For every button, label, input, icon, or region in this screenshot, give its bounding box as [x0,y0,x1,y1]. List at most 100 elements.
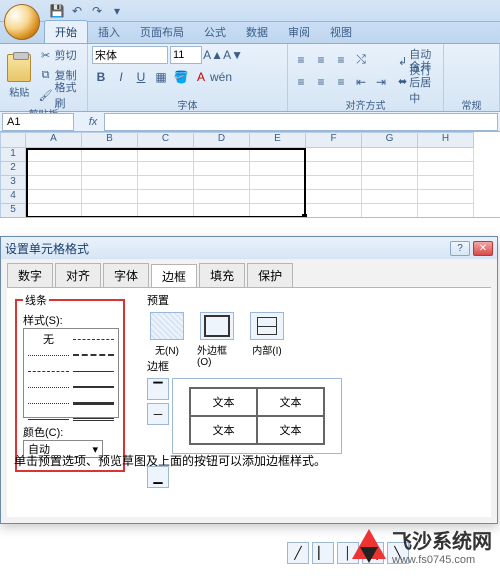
grow-font-button[interactable]: A▲ [204,46,222,64]
cell[interactable] [138,176,194,190]
style-medium[interactable] [73,381,114,393]
style-none[interactable]: 无 [28,333,69,345]
cell[interactable] [362,204,418,218]
dtab-alignment[interactable]: 对齐 [55,263,101,287]
dtab-protection[interactable]: 保护 [247,263,293,287]
border-top-button[interactable]: ▔ [147,378,169,400]
border-middle-button[interactable]: ─ [147,403,169,425]
cell[interactable] [250,190,306,204]
row-header[interactable]: 2 [0,162,26,176]
border-diag-up-button[interactable]: ╱ [287,542,309,564]
paste-button[interactable]: 粘贴 [4,54,35,99]
cell[interactable] [26,148,82,162]
font-name-select[interactable] [92,46,168,64]
cell[interactable] [362,148,418,162]
cell[interactable] [82,190,138,204]
cut-button[interactable]: ✂剪切 [35,46,81,64]
select-all-corner[interactable] [0,132,26,148]
align-right-button[interactable]: ≡ [332,73,350,91]
cell[interactable] [82,176,138,190]
cell[interactable] [26,162,82,176]
font-size-select[interactable] [170,46,202,64]
cell[interactable] [194,176,250,190]
cell[interactable] [82,148,138,162]
style-thin[interactable] [73,365,114,377]
fx-icon[interactable]: fx [84,116,102,128]
cell[interactable] [418,162,474,176]
border-button[interactable]: ▦ [152,68,170,86]
qat-more-icon[interactable]: ▾ [108,2,126,20]
underline-button[interactable]: U [132,68,150,86]
align-top-button[interactable]: ≡ [292,51,310,69]
cell[interactable] [82,162,138,176]
tab-review[interactable]: 审阅 [278,21,320,43]
row-header[interactable]: 5 [0,204,26,218]
col-header[interactable]: C [138,132,194,148]
tab-formulas[interactable]: 公式 [194,21,236,43]
cell[interactable] [362,176,418,190]
cell[interactable] [306,190,362,204]
dtab-border[interactable]: 边框 [151,264,197,288]
row-header[interactable]: 1 [0,148,26,162]
cell[interactable] [194,190,250,204]
cell[interactable] [194,148,250,162]
italic-button[interactable]: I [112,68,130,86]
style-dash-dot[interactable] [73,333,114,345]
style-med-dash[interactable] [73,349,114,361]
cell[interactable] [26,176,82,190]
dialog-help-button[interactable]: ? [450,241,470,256]
tab-home[interactable]: 开始 [44,20,88,43]
save-icon[interactable]: 💾 [48,2,66,20]
cell[interactable] [250,204,306,218]
cell[interactable] [418,176,474,190]
formula-input[interactable] [104,113,498,131]
cell[interactable] [306,204,362,218]
undo-icon[interactable]: ↶ [68,2,86,20]
cell[interactable] [418,190,474,204]
office-button[interactable] [4,4,40,40]
tab-insert[interactable]: 插入 [88,21,130,43]
style-dashdotdot[interactable] [28,381,69,393]
tab-view[interactable]: 视图 [320,21,362,43]
cell[interactable] [250,148,306,162]
cell[interactable] [194,162,250,176]
shrink-font-button[interactable]: A▼ [224,46,242,64]
row-header[interactable]: 3 [0,176,26,190]
cell[interactable] [250,176,306,190]
tab-data[interactable]: 数据 [236,21,278,43]
border-bottom-button[interactable]: ▁ [147,466,169,488]
cell[interactable] [306,176,362,190]
bold-button[interactable]: B [92,68,110,86]
cell[interactable] [194,204,250,218]
align-middle-button[interactable]: ≡ [312,51,330,69]
cell[interactable] [362,190,418,204]
dtab-fill[interactable]: 填充 [199,263,245,287]
border-preview[interactable]: 文本 文本 文本 文本 [172,378,342,454]
cell[interactable] [138,162,194,176]
cell[interactable] [362,162,418,176]
tab-page-layout[interactable]: 页面布局 [130,21,194,43]
dtab-number[interactable]: 数字 [7,263,53,287]
cell[interactable] [138,190,194,204]
align-left-button[interactable]: ≡ [292,73,310,91]
style-dashed[interactable] [28,365,69,377]
name-box[interactable]: A1 [2,113,74,131]
phonetic-button[interactable]: wén [212,68,230,86]
dtab-font[interactable]: 字体 [103,263,149,287]
font-color-button[interactable]: A [192,68,210,86]
col-header[interactable]: B [82,132,138,148]
col-header[interactable]: G [362,132,418,148]
cell[interactable] [250,162,306,176]
indent-decrease-button[interactable]: ⇤ [352,73,370,91]
orientation-button[interactable]: ⤭ [352,51,370,69]
col-header[interactable]: A [26,132,82,148]
align-center-button[interactable]: ≡ [312,73,330,91]
col-header[interactable]: F [306,132,362,148]
cell[interactable] [26,190,82,204]
col-header[interactable]: E [250,132,306,148]
cell[interactable] [306,148,362,162]
border-left-button[interactable]: ▏ [312,542,334,564]
style-dotted[interactable] [28,349,69,361]
dialog-close-button[interactable]: ✕ [473,241,493,256]
indent-increase-button[interactable]: ⇥ [372,73,390,91]
